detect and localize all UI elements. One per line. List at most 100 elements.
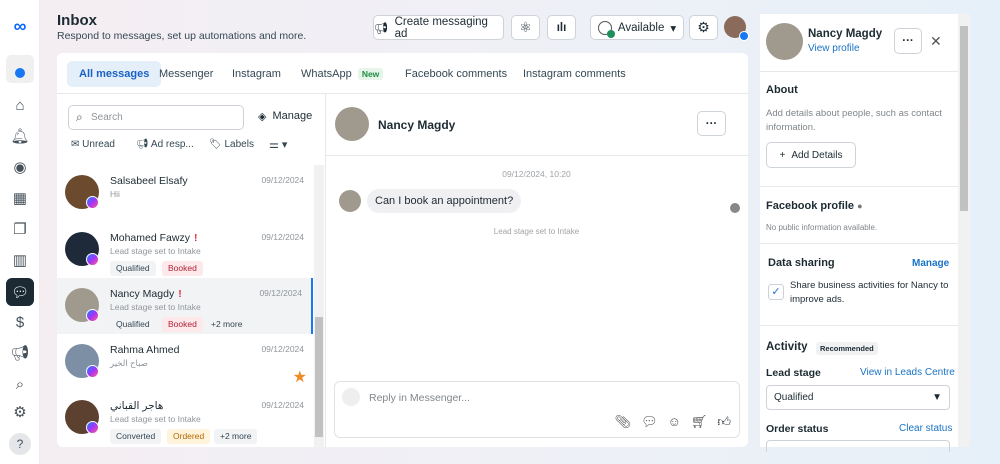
lead-stage-select[interactable]: Qualified ▼	[766, 385, 950, 410]
reply-box[interactable]: Reply in Messenger... 📎︎ 💬︎ ☺ 🛒︎ 👍︎	[334, 381, 740, 438]
about-heading: About	[766, 84, 798, 96]
activity-heading: Activity	[766, 341, 808, 353]
facebook-profile-heading: Facebook profile ●	[766, 200, 863, 212]
messenger-icon	[86, 365, 99, 378]
user-avatar[interactable]	[724, 16, 749, 41]
data-sharing-manage-link[interactable]: Manage	[912, 258, 949, 269]
help-icon[interactable]: ?	[9, 433, 31, 455]
list-item[interactable]: Mohamed Fawzy! Lead stage set to Intake 09…	[57, 222, 313, 278]
account-switcher[interactable]	[6, 55, 34, 83]
search-icon[interactable]: ⌕	[10, 375, 30, 395]
sender-avatar	[339, 190, 361, 212]
inbox-card: All messages Messenger Instagram WhatsAp…	[57, 53, 748, 447]
tag-chip: Converted	[110, 429, 162, 444]
insights-icon[interactable]: ▥	[10, 251, 30, 271]
lead-stage-label: Lead stage	[766, 367, 821, 379]
clear-status-link[interactable]: Clear status	[899, 423, 952, 434]
more-tags: +2 more	[211, 319, 243, 329]
filter-ad-responses[interactable]: 📢︎ Ad resp...	[136, 139, 194, 150]
contact-name: Nancy Magdy	[808, 28, 883, 40]
message-timestamp: 09/12/2024, 10:20	[502, 169, 571, 179]
table-icon[interactable]: ▦	[10, 189, 30, 209]
filter-labels[interactable]: 🏷︎ Labels	[209, 139, 254, 150]
reply-input[interactable]: Reply in Messenger...	[369, 392, 470, 404]
dollar-icon[interactable]: $	[10, 313, 30, 333]
reply-avatar	[342, 388, 360, 406]
share-activities-label: Share business activities for Nancy to i…	[790, 280, 949, 305]
inbox-icon[interactable]: 💬︎	[6, 278, 34, 306]
tab-messenger[interactable]: Messenger	[147, 61, 225, 87]
alert-icon: !	[178, 288, 182, 300]
contact-avatar	[766, 23, 803, 60]
list-scrollbar[interactable]	[314, 165, 324, 447]
home-icon[interactable]: ⌂	[10, 96, 30, 116]
manage-button[interactable]: ◈ Manage	[258, 110, 312, 123]
alert-icon: !	[193, 232, 198, 244]
page-title: Inbox	[57, 12, 97, 29]
order-status-label: Order status	[766, 423, 829, 435]
bell-icon[interactable]: 🔔︎	[10, 127, 30, 147]
tag-chip: Booked	[162, 317, 203, 332]
info-icon[interactable]: ●	[857, 201, 862, 211]
megaphone-icon[interactable]: 📢︎	[10, 344, 30, 364]
event-text: Lead stage set to Intake	[493, 227, 580, 236]
list-item[interactable]: Rahma Ahmed صباح الخير 09/12/2024 ★	[57, 334, 313, 390]
tab-instagram-comments[interactable]: Instagram comments	[511, 61, 638, 87]
filter-unread[interactable]: ✉ Unread	[71, 139, 115, 150]
create-messaging-ad-button[interactable]: 📢︎ Create messaging ad	[373, 15, 504, 40]
messenger-icon	[86, 309, 99, 322]
contact-panel: Nancy Magdy View profile ··· ✕ About Add…	[760, 14, 958, 452]
tab-facebook-comments[interactable]: Facebook comments	[393, 61, 519, 87]
filter-settings-icon[interactable]: ⚌ ▾	[269, 138, 287, 151]
clock-status-icon	[597, 20, 615, 38]
search-icon: ⌕	[76, 110, 83, 124]
gear-icon[interactable]: ⚙	[10, 403, 30, 423]
tag-chip: Qualified	[110, 317, 156, 332]
order-status-select[interactable]	[766, 440, 950, 452]
seen-avatar	[730, 203, 740, 213]
view-profile-link[interactable]: View profile	[808, 43, 860, 54]
meta-logo-icon[interactable]: ∞	[10, 16, 30, 36]
settings-gear-icon[interactable]: ⚙	[689, 15, 718, 40]
share-activities-checkbox[interactable]: ✓	[768, 284, 784, 300]
chat-avatar	[335, 107, 369, 141]
atom-icon[interactable]: ⚛	[511, 15, 540, 40]
list-item[interactable]: Salsabeel Elsafy Hii 09/12/2024	[57, 165, 313, 221]
pages-icon[interactable]: ❐	[10, 220, 30, 240]
caret-down-icon: ▼	[932, 392, 942, 403]
tab-instagram[interactable]: Instagram	[220, 61, 293, 87]
emoji-icon[interactable]: ☺	[668, 414, 681, 430]
add-details-button[interactable]: + Add Details	[766, 142, 856, 168]
tag-chip: Qualified	[110, 261, 156, 276]
chart-icon[interactable]: ılı	[547, 15, 576, 40]
tab-whatsapp[interactable]: WhatsApp New	[289, 61, 395, 87]
saved-reply-icon[interactable]: 💬︎	[641, 414, 658, 430]
close-icon[interactable]: ✕	[930, 33, 942, 50]
data-sharing-heading: Data sharing	[768, 257, 835, 269]
list-item[interactable]: هاجر القباني Lead stage set to Intake 09/1…	[57, 390, 313, 446]
panel-scrollbar[interactable]	[958, 14, 970, 447]
message-bubble: Can I book an appointment?	[367, 189, 522, 213]
about-description: Add details about people, such as contac…	[766, 108, 942, 133]
paperclip-icon[interactable]: 📎︎	[615, 414, 632, 430]
new-badge: New	[357, 68, 384, 80]
messenger-icon	[86, 253, 99, 266]
compass-icon[interactable]: ◉	[10, 158, 30, 178]
panel-more-button[interactable]: ···	[894, 28, 922, 54]
availability-dropdown[interactable]: Available ▾	[590, 15, 684, 40]
star-icon[interactable]: ★	[293, 367, 307, 387]
conversation-list: Salsabeel Elsafy Hii 09/12/2024 Mohamed Fa…	[57, 165, 325, 447]
list-item-selected[interactable]: Nancy Magdy! Lead stage set to Intake 09/1…	[57, 278, 313, 334]
plus-icon: +	[779, 149, 786, 161]
megaphone-icon: 📢︎	[374, 22, 389, 35]
thumbs-up-icon[interactable]: 👍︎	[717, 414, 731, 430]
cart-icon[interactable]: 🛒︎	[691, 414, 708, 430]
view-in-leads-centre-link[interactable]: View in Leads Centre	[860, 367, 955, 378]
messenger-icon	[86, 196, 99, 209]
chat-more-button[interactable]: ···	[697, 111, 726, 136]
search-input[interactable]: ⌕ Search	[68, 105, 244, 130]
messenger-icon	[86, 421, 99, 434]
more-tags: +2 more	[214, 429, 258, 444]
facebook-profile-description: No public information available.	[766, 223, 878, 232]
chat-contact-name: Nancy Magdy	[378, 118, 456, 132]
